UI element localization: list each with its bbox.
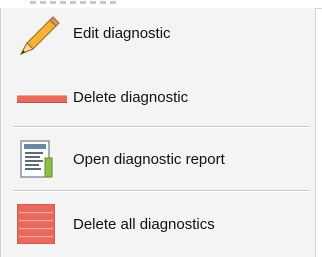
menu-separator — [13, 190, 309, 192]
menu-item-delete-diagnostic[interactable]: Delete diagnostic — [1, 72, 315, 122]
red-bar-icon — [1, 72, 73, 122]
menu-item-open-diagnostic-report[interactable]: Open diagnostic report — [1, 134, 315, 184]
pencil-icon — [1, 8, 73, 58]
menu-item-label: Delete all diagnostics — [73, 215, 215, 233]
menu-separator — [13, 126, 309, 128]
menu-item-label: Delete diagnostic — [73, 88, 189, 106]
menu-item-label: Open diagnostic report — [73, 150, 225, 168]
menu-item-delete-all-diagnostics[interactable]: Delete all diagnostics — [1, 199, 315, 249]
report-document-icon — [1, 134, 73, 184]
red-grid-icon — [1, 199, 73, 249]
menu-item-label: Edit diagnostic — [73, 24, 171, 42]
context-menu: Edit diagnostic Delete diagnostic Open d… — [0, 8, 316, 257]
menu-item-edit-diagnostic[interactable]: Edit diagnostic — [1, 8, 315, 58]
